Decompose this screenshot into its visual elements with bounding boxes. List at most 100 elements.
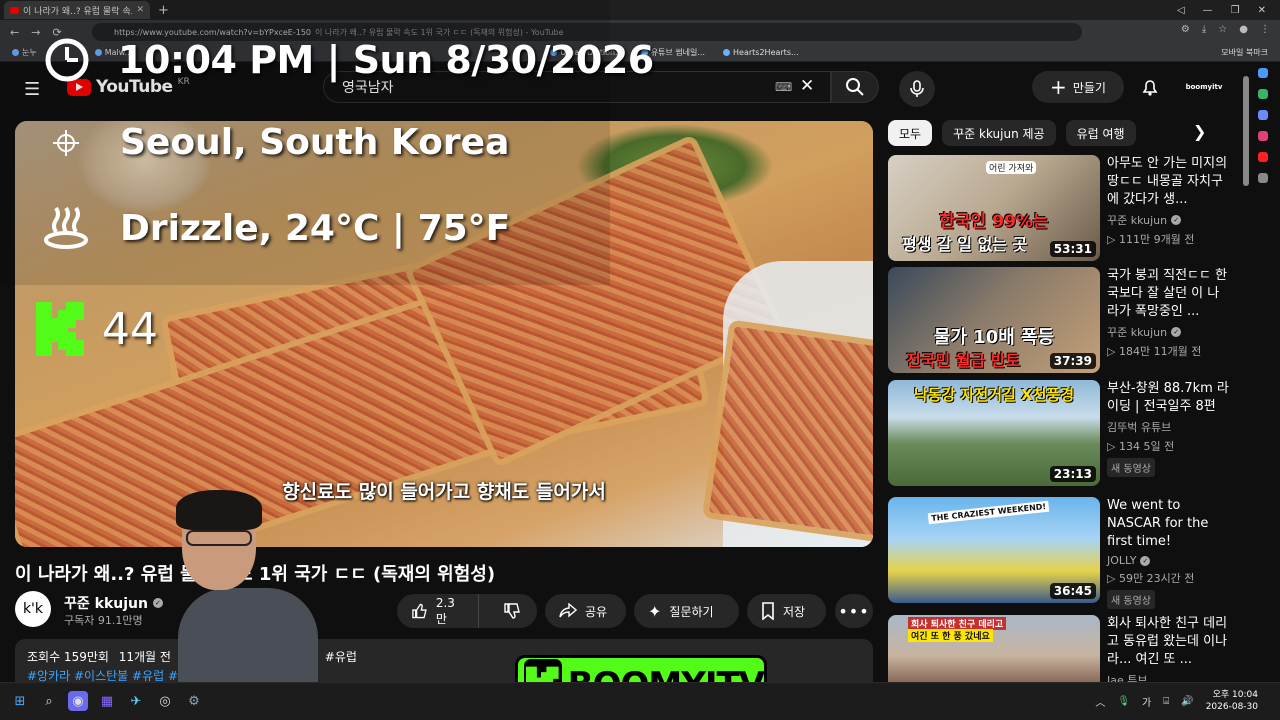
recommendation-item[interactable]: 낙동강 자전거길 X천풍경 23:13 부산-창원 88.7km 라이딩 | 전…: [888, 380, 1231, 486]
minimize-icon[interactable]: —: [1203, 5, 1213, 16]
recommendation-channel[interactable]: 꾸준 kkujun ✓: [1107, 212, 1231, 228]
forward-icon[interactable]: →: [31, 26, 40, 39]
bookmark-favicon-icon: [12, 49, 19, 56]
bookmark-item[interactable]: 눈누: [12, 47, 37, 58]
video-thumbnail[interactable]: 물가 10배 폭등 전국민 월급 반토 37:39: [888, 267, 1100, 373]
tab-close-icon[interactable]: ✕: [136, 5, 144, 15]
verified-icon: ✓: [1171, 215, 1182, 225]
share-button[interactable]: 공유: [545, 594, 626, 628]
side-panel-icon[interactable]: [1258, 89, 1268, 99]
subscriber-count: 구독자 91.1만명: [64, 614, 143, 627]
mobile-bookmarks-folder[interactable]: 모바일 북마크: [1221, 47, 1268, 58]
side-panel-icon[interactable]: [1258, 173, 1268, 183]
search-button[interactable]: [831, 71, 879, 103]
recommendation-title[interactable]: 아무도 안 가는 미지의 땅ㄷㄷ 내몽골 자치구에 갔다가 생...: [1107, 155, 1231, 209]
side-panel-icon[interactable]: [1258, 131, 1268, 141]
more-dots-icon: •••: [838, 601, 870, 621]
verified-icon: ✓: [1171, 327, 1182, 337]
create-button[interactable]: + 만들기: [1032, 71, 1124, 103]
hamburger-menu-icon[interactable]: ☰: [24, 79, 40, 100]
menu-dots-icon[interactable]: ⋮: [1260, 24, 1270, 35]
chip-from-channel[interactable]: 꾸준 kkujun 제공: [942, 120, 1056, 146]
overlay-weather: Drizzle, 24°C | 75°F: [42, 206, 510, 250]
recommendation-channel[interactable]: 꾸준 kkujun ✓: [1107, 324, 1231, 340]
like-dislike-group: 2.3만: [397, 594, 537, 628]
scrollbar-thumb[interactable]: [1243, 76, 1249, 186]
chrome-icon[interactable]: ◎: [155, 691, 175, 711]
keyboard-icon[interactable]: ⌨: [775, 80, 792, 94]
windows-start-icon[interactable]: ⊞: [10, 691, 30, 711]
like-button[interactable]: 2.3만: [397, 594, 479, 628]
bird-app-icon[interactable]: ✈: [126, 691, 146, 711]
ime-indicator[interactable]: 가: [1142, 694, 1151, 709]
volume-icon[interactable]: 🔊: [1181, 696, 1193, 707]
microphone-icon: [910, 80, 924, 97]
browser-tab[interactable]: 이 나라가 왜..? 유럽 물락 속도 1 ✕: [4, 1, 150, 19]
chip-all[interactable]: 모두: [888, 120, 933, 146]
ask-button[interactable]: ✦ 질문하기: [634, 594, 739, 628]
tray-overflow-icon[interactable]: ︿: [1095, 694, 1105, 709]
profile-icon[interactable]: ●: [1239, 24, 1248, 35]
app-grid-icon[interactable]: ▦: [97, 691, 117, 711]
view-count: 조회수 159만회: [27, 650, 109, 664]
bookmark-item[interactable]: Hearts2Hearts...: [723, 48, 799, 57]
more-actions-button[interactable]: •••: [835, 594, 873, 628]
thumbnail-caption: 물가 10배 폭등: [933, 327, 1055, 348]
recommendation-channel[interactable]: Jae 튜브: [1107, 672, 1228, 682]
taskbar-clock[interactable]: 오후 10:04 2026-08-30: [1206, 689, 1258, 713]
dislike-button[interactable]: [487, 594, 537, 628]
pizza-slice-image: [701, 319, 873, 543]
new-video-badge: 새 동영상: [1107, 590, 1155, 609]
recommendation-item[interactable]: 어린 가져와 한국인 99%는 평생 갈 일 없는 곳 53:31 아무도 안 …: [888, 155, 1228, 261]
window-controls: ◁ — ❐ ✕: [1177, 0, 1280, 20]
page-scrollbar[interactable]: [1243, 66, 1249, 686]
video-thumbnail[interactable]: 회사 퇴사한 친구 데리고 여긴 또 한 풍 갔네요: [888, 615, 1100, 682]
streamer-webcam: [160, 488, 320, 693]
download-icon[interactable]: ⤓: [1202, 24, 1206, 35]
video-thumbnail[interactable]: THE CRAZIEST WEEKEND! 36:45: [888, 497, 1100, 603]
discord-icon[interactable]: ◉: [68, 691, 88, 711]
hot-springs-weather-icon: [44, 206, 88, 249]
video-thumbnail[interactable]: 어린 가져와 한국인 99%는 평생 갈 일 없는 곳 53:31: [888, 155, 1100, 261]
mute-tab-icon[interactable]: ◁: [1177, 5, 1185, 16]
search-icon: [846, 78, 864, 96]
thumbnail-caption: 여긴 또 한 풍 갔네요: [908, 629, 993, 642]
side-panel-icon[interactable]: [1258, 68, 1268, 78]
taskbar-apps: ⊞ ⌕ ◉ ▦ ✈ ◎ ⚙: [10, 691, 204, 711]
side-panel-icon[interactable]: [1258, 110, 1268, 120]
recommendation-item[interactable]: 회사 퇴사한 친구 데리고 여긴 또 한 풍 갔네요 회사 퇴사한 친구 데리고…: [888, 615, 1228, 682]
voice-search-button[interactable]: [899, 71, 935, 107]
bookmark-favicon-icon: [723, 49, 731, 56]
recommendation-channel[interactable]: JOLLY ✓: [1107, 554, 1231, 567]
recommendation-title[interactable]: 국가 붕괴 직전ㄷㄷ 한국보다 잘 살던 이 나라가 폭망중인 ...: [1107, 267, 1231, 321]
channel-avatar[interactable]: k'k: [15, 591, 51, 627]
clear-search-icon[interactable]: ✕: [800, 76, 814, 96]
steam-icon[interactable]: ⚙: [184, 691, 204, 711]
video-thumbnail[interactable]: 낙동강 자전거길 X천풍경 23:13: [888, 380, 1100, 486]
new-tab-button[interactable]: +: [158, 3, 169, 18]
recommendation-meta: ▷ 111만 9개월 전: [1107, 233, 1195, 246]
chevron-right-icon[interactable]: ❯: [1193, 122, 1206, 141]
recommendation-title[interactable]: 회사 퇴사한 친구 데리고 동유럽 왔는데 이나라... 여긴 또 ...: [1107, 615, 1228, 669]
inline-hashtag[interactable]: #유럽: [325, 650, 357, 664]
notifications-bell-icon[interactable]: [1140, 77, 1160, 97]
back-icon[interactable]: ←: [10, 26, 19, 39]
like-count: 2.3만: [435, 595, 455, 626]
network-icon[interactable]: ⌸: [1163, 696, 1169, 707]
restore-icon[interactable]: ❐: [1231, 5, 1240, 16]
tray-mic-icon[interactable]: 🎙: [1117, 696, 1130, 707]
bookmark-star-icon[interactable]: ☆: [1218, 24, 1227, 35]
side-panel-icon[interactable]: [1258, 152, 1268, 162]
account-avatar[interactable]: boomyitv: [1184, 73, 1224, 101]
recommendation-item[interactable]: 물가 10배 폭등 전국민 월급 반토 37:39 국가 붕괴 직전ㄷㄷ 한국보…: [888, 267, 1228, 373]
search-icon[interactable]: ⌕: [39, 691, 59, 711]
recommendation-title[interactable]: We went to NASCAR for the first time!: [1107, 497, 1231, 551]
chip-europe-travel[interactable]: 유럽 여행: [1065, 120, 1136, 146]
extension-icon[interactable]: ⚙: [1181, 24, 1190, 35]
recommendation-title[interactable]: 부산-창원 88.7km 라이딩 | 전국일주 8편: [1107, 380, 1231, 416]
recommendation-channel[interactable]: 김뚜벅 유튜브: [1107, 419, 1231, 435]
channel-name[interactable]: 꾸준 kkujun ✓: [64, 593, 163, 613]
close-window-icon[interactable]: ✕: [1258, 5, 1266, 16]
recommendation-item[interactable]: THE CRAZIEST WEEKEND! 36:45 We went to N…: [888, 497, 1231, 609]
save-button[interactable]: 저장: [747, 594, 826, 628]
